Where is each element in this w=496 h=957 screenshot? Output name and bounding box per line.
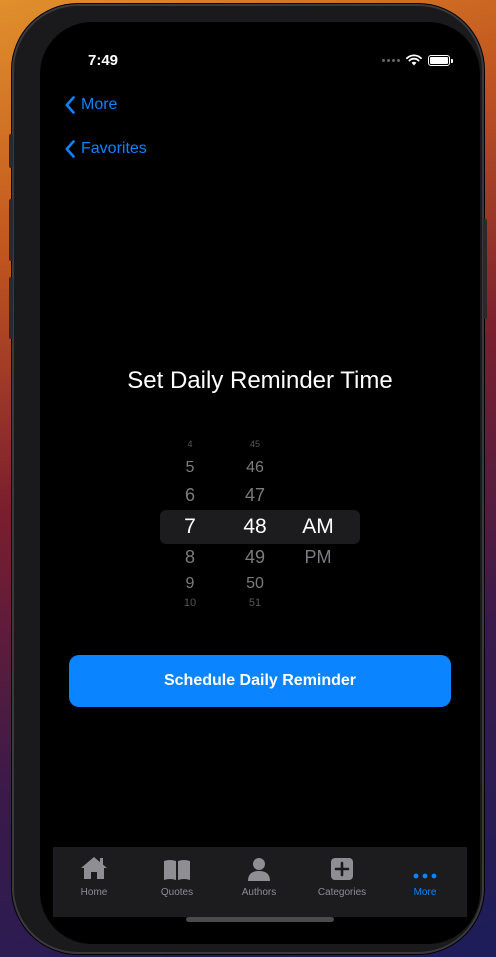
person-icon (248, 858, 270, 881)
chevron-left-icon (65, 140, 75, 158)
status-icons (382, 54, 453, 66)
page-title: Set Daily Reminder Time (127, 367, 393, 394)
home-indicator[interactable] (186, 917, 334, 922)
tab-label: More (413, 887, 437, 898)
minute-option[interactable]: 47 (225, 485, 285, 505)
ellipsis-icon (413, 873, 437, 879)
device-frame: 7:49 More Favorites Set Daily Reminder T… (9, 4, 487, 954)
minute-option[interactable]: 49 (225, 547, 285, 567)
app-screen: 7:49 More Favorites Set Daily Reminder T… (40, 22, 480, 944)
hour-selected[interactable]: 7 (160, 515, 220, 539)
tab-label: Quotes (160, 887, 194, 898)
tab-bar: Home Quotes Authors Categories More (53, 847, 467, 917)
signal-icon (382, 58, 400, 62)
volume-up-button (9, 199, 13, 261)
tab-home[interactable]: Home (53, 847, 135, 907)
time-picker[interactable]: 4 5 6 7 8 9 10 45 46 47 48 49 50 51 AM P… (40, 440, 480, 630)
hour-option[interactable]: 8 (160, 547, 220, 567)
tab-quotes[interactable]: Quotes (136, 847, 218, 907)
period-option[interactable]: PM (288, 547, 348, 567)
book-icon (164, 860, 190, 880)
minute-option[interactable]: 46 (225, 459, 285, 477)
period-wheel[interactable]: AM PM (288, 440, 348, 630)
back-link-label: Favorites (81, 140, 147, 157)
tab-label: Categories (317, 887, 367, 898)
period-selected[interactable]: AM (288, 515, 348, 539)
hour-wheel[interactable]: 4 5 6 7 8 9 10 (160, 440, 220, 630)
minute-option[interactable]: 50 (225, 575, 285, 593)
tab-authors[interactable]: Authors (218, 847, 300, 907)
volume-down-button (9, 277, 13, 339)
tab-label: Authors (241, 887, 277, 898)
chevron-left-icon (65, 96, 75, 114)
back-to-more-link[interactable]: More (65, 96, 117, 114)
schedule-reminder-button[interactable]: Schedule Daily Reminder (69, 655, 451, 707)
minute-selected[interactable]: 48 (225, 515, 285, 539)
silent-switch (9, 134, 13, 168)
power-button (483, 219, 487, 319)
hour-option[interactable]: 9 (160, 575, 220, 593)
hour-option[interactable]: 4 (160, 440, 220, 449)
hour-option[interactable]: 10 (160, 598, 220, 609)
house-icon (81, 857, 107, 879)
tab-more[interactable]: More (384, 847, 466, 907)
tab-categories[interactable]: Categories (301, 847, 383, 907)
minute-option[interactable]: 51 (225, 598, 285, 609)
back-link-label: More (81, 96, 118, 113)
wifi-icon (406, 54, 422, 66)
battery-icon (428, 54, 453, 66)
hour-option[interactable]: 6 (160, 485, 220, 505)
minute-wheel[interactable]: 45 46 47 48 49 50 51 (225, 440, 285, 630)
status-time: 7:49 (88, 52, 119, 69)
plus-square-icon (331, 858, 353, 880)
back-to-favorites-link[interactable]: Favorites (65, 140, 147, 158)
minute-option[interactable]: 45 (225, 440, 285, 449)
tab-label: Home (80, 887, 108, 898)
hour-option[interactable]: 5 (160, 459, 220, 477)
